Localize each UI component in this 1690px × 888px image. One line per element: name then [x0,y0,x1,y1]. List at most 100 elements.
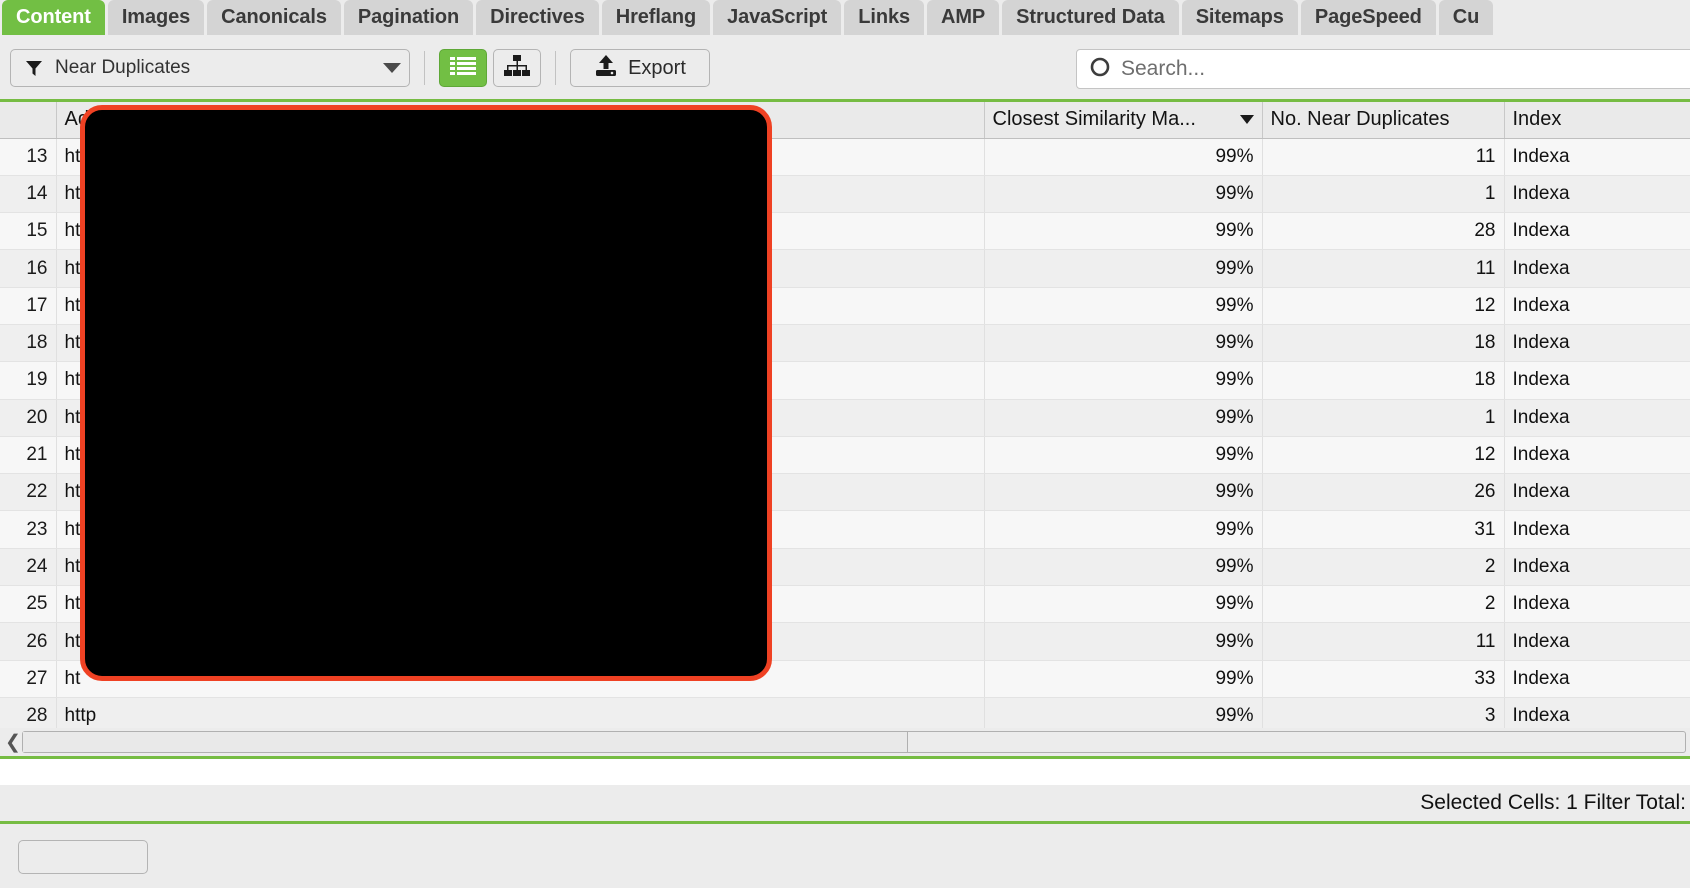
cell-num[interactable]: 25 [0,585,57,624]
cell-num[interactable]: 14 [0,175,57,214]
cell-idx[interactable]: Indexa [1504,510,1690,549]
cell-sim[interactable]: 99% [984,399,1263,437]
tab-images[interactable]: Images [107,0,205,35]
cell-dup[interactable]: 31 [1262,510,1505,549]
horizontal-scrollbar-track[interactable] [22,731,1686,753]
column-header-near-duplicates[interactable]: No. Near Duplicates [1262,102,1505,139]
tab-canonicals[interactable]: Canonicals [207,0,341,35]
search-input[interactable]: Search... [1076,49,1690,89]
bottom-panel-button[interactable] [18,840,148,874]
bottom-panel [0,824,1690,882]
column-header-similarity[interactable]: Closest Similarity Ma... [984,102,1263,139]
cell-num[interactable]: 13 [0,138,57,176]
cell-sim[interactable]: 99% [984,473,1263,512]
cell-num[interactable]: 26 [0,622,57,661]
cell-sim[interactable]: 99% [984,548,1263,587]
tab-cu[interactable]: Cu [1438,0,1494,35]
cell-sim[interactable]: 99% [984,324,1263,363]
cell-idx[interactable]: Indexa [1504,622,1690,661]
filter-dropdown-value: Near Duplicates [55,57,191,78]
tab-sitemaps[interactable]: Sitemaps [1181,0,1298,35]
cell-num[interactable]: 23 [0,510,57,549]
tab-javascript[interactable]: JavaScript [713,0,842,35]
search-placeholder-text: Search... [1121,57,1206,80]
cell-sim[interactable]: 99% [984,697,1263,728]
cell-dup[interactable]: 11 [1262,138,1505,176]
filter-dropdown[interactable]: Near Duplicates [10,49,410,87]
cell-dup[interactable]: 26 [1262,473,1505,512]
cell-num[interactable]: 21 [0,436,57,475]
cell-idx[interactable]: Indexa [1504,249,1690,288]
cell-idx[interactable]: Indexa [1504,399,1690,437]
cell-num[interactable]: 20 [0,399,57,437]
main-tab-bar[interactable]: Content Images Canonicals Pagination Directi… [0,0,1690,37]
cell-addr[interactable]: http [56,697,985,728]
table-row[interactable]: 28 http 99% 3 Indexa [0,697,1690,728]
cell-idx[interactable]: Indexa [1504,138,1690,176]
cell-num[interactable]: 18 [0,324,57,363]
cell-sim[interactable]: 99% [984,361,1263,400]
cell-sim[interactable]: 99% [984,436,1263,475]
cell-dup[interactable]: 2 [1262,585,1505,624]
cell-idx[interactable]: Indexa [1504,212,1690,251]
column-header-row-number[interactable] [0,102,57,139]
cell-sim[interactable]: 99% [984,510,1263,549]
cell-dup[interactable]: 28 [1262,212,1505,251]
cell-dup[interactable]: 18 [1262,361,1505,400]
toolbar-divider-2 [555,51,556,85]
tab-links[interactable]: Links [844,0,924,35]
cell-num[interactable]: 24 [0,548,57,587]
cell-num[interactable]: 19 [0,361,57,400]
cell-idx[interactable]: Indexa [1504,660,1690,698]
tab-structured-data[interactable]: Structured Data [1002,0,1179,35]
tab-amp[interactable]: AMP [927,0,1000,35]
cell-num[interactable]: 15 [0,212,57,251]
tab-hreflang[interactable]: Hreflang [601,0,711,35]
cell-sim[interactable]: 99% [984,175,1263,214]
cell-sim[interactable]: 99% [984,622,1263,661]
cell-dup[interactable]: 11 [1262,249,1505,288]
cell-idx[interactable]: Indexa [1504,697,1690,728]
cell-dup[interactable]: 33 [1262,660,1505,698]
cell-sim[interactable]: 99% [984,212,1263,251]
cell-dup[interactable]: 12 [1262,436,1505,475]
cell-sim[interactable]: 99% [984,287,1263,325]
tab-pagespeed[interactable]: PageSpeed [1300,0,1436,35]
redacted-region-overlay [80,105,772,681]
horizontal-scrollbar-thumb[interactable] [23,732,908,752]
cell-sim[interactable]: 99% [984,249,1263,288]
tab-pagination[interactable]: Pagination [343,0,474,35]
chevron-left-icon[interactable]: ❮ [4,733,22,752]
cell-dup[interactable]: 12 [1262,287,1505,325]
cell-dup[interactable]: 1 [1262,175,1505,214]
cell-idx[interactable]: Indexa [1504,287,1690,325]
cell-dup[interactable]: 2 [1262,548,1505,587]
cell-num[interactable]: 16 [0,249,57,288]
cell-num[interactable]: 27 [0,660,57,698]
tree-view-button[interactable] [493,49,541,87]
cell-sim[interactable]: 99% [984,138,1263,176]
cell-num[interactable]: 17 [0,287,57,325]
cell-dup[interactable]: 1 [1262,399,1505,437]
list-view-button[interactable] [439,49,487,87]
cell-sim[interactable]: 99% [984,660,1263,698]
cell-idx[interactable]: Indexa [1504,473,1690,512]
cell-dup[interactable]: 3 [1262,697,1505,728]
cell-idx[interactable]: Indexa [1504,175,1690,214]
column-header-index[interactable]: Index [1504,102,1690,139]
cell-dup[interactable]: 11 [1262,622,1505,661]
cell-idx[interactable]: Indexa [1504,324,1690,363]
cell-idx[interactable]: Indexa [1504,585,1690,624]
cell-idx[interactable]: Indexa [1504,361,1690,400]
horizontal-scrollbar[interactable]: ❮ [0,728,1690,756]
tab-directives[interactable]: Directives [476,0,599,35]
export-button[interactable]: Export [570,49,710,87]
cell-dup[interactable]: 18 [1262,324,1505,363]
cell-idx[interactable]: Indexa [1504,436,1690,475]
cell-idx[interactable]: Indexa [1504,548,1690,587]
cell-num[interactable]: 28 [0,697,57,728]
cell-num[interactable]: 22 [0,473,57,512]
cell-sim[interactable]: 99% [984,585,1263,624]
results-table-container[interactable]: Address Closest Similarity Ma... No. Nea… [0,102,1690,728]
tab-content[interactable]: Content [2,0,105,35]
